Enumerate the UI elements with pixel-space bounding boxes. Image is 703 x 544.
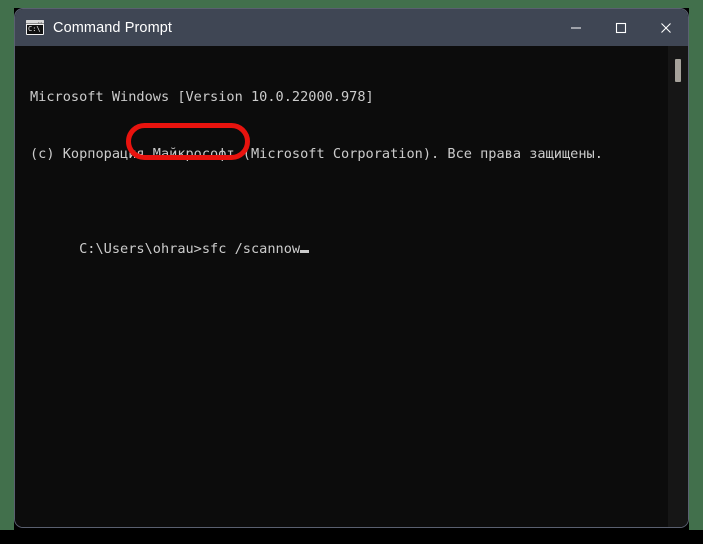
console-icon-prompt-text: C:\ (27, 25, 43, 34)
window-controls (553, 9, 688, 46)
block-cursor (300, 250, 310, 253)
desktop-strip-top (0, 0, 703, 8)
minimize-button[interactable] (553, 9, 598, 46)
terminal-line-version: Microsoft Windows [Version 10.0.22000.97… (30, 89, 374, 105)
console-icon: ▪▪ C:\ (26, 20, 44, 35)
desktop-strip-left (0, 0, 14, 530)
maximize-button[interactable] (598, 9, 643, 46)
vertical-scrollbar[interactable] (668, 46, 688, 527)
terminal-line-copyright: (c) Корпорация Майкрософт (Microsoft Cor… (30, 146, 603, 162)
scrollbar-thumb[interactable] (675, 59, 681, 82)
title-bar-left: ▪▪ C:\ Command Prompt (15, 20, 172, 36)
typed-command: sfc /scannow (201, 241, 301, 257)
close-button[interactable] (643, 9, 688, 46)
terminal-output-area[interactable]: Microsoft Windows [Version 10.0.22000.97… (15, 46, 688, 527)
terminal-prompt-line: C:\Users\ohrau>sfc /scannow (79, 240, 310, 259)
command-prompt-window: ▪▪ C:\ Command Prompt Microsoft Windows … (14, 8, 689, 528)
title-bar[interactable]: ▪▪ C:\ Command Prompt (15, 9, 688, 46)
window-title: Command Prompt (53, 19, 173, 36)
console-icon-dots: ▪▪ (38, 20, 43, 25)
desktop-strip-right (689, 0, 703, 530)
prompt-path: C:\Users\ohrau> (79, 241, 202, 257)
terminal-text: Microsoft Windows [Version 10.0.22000.97… (30, 50, 660, 278)
